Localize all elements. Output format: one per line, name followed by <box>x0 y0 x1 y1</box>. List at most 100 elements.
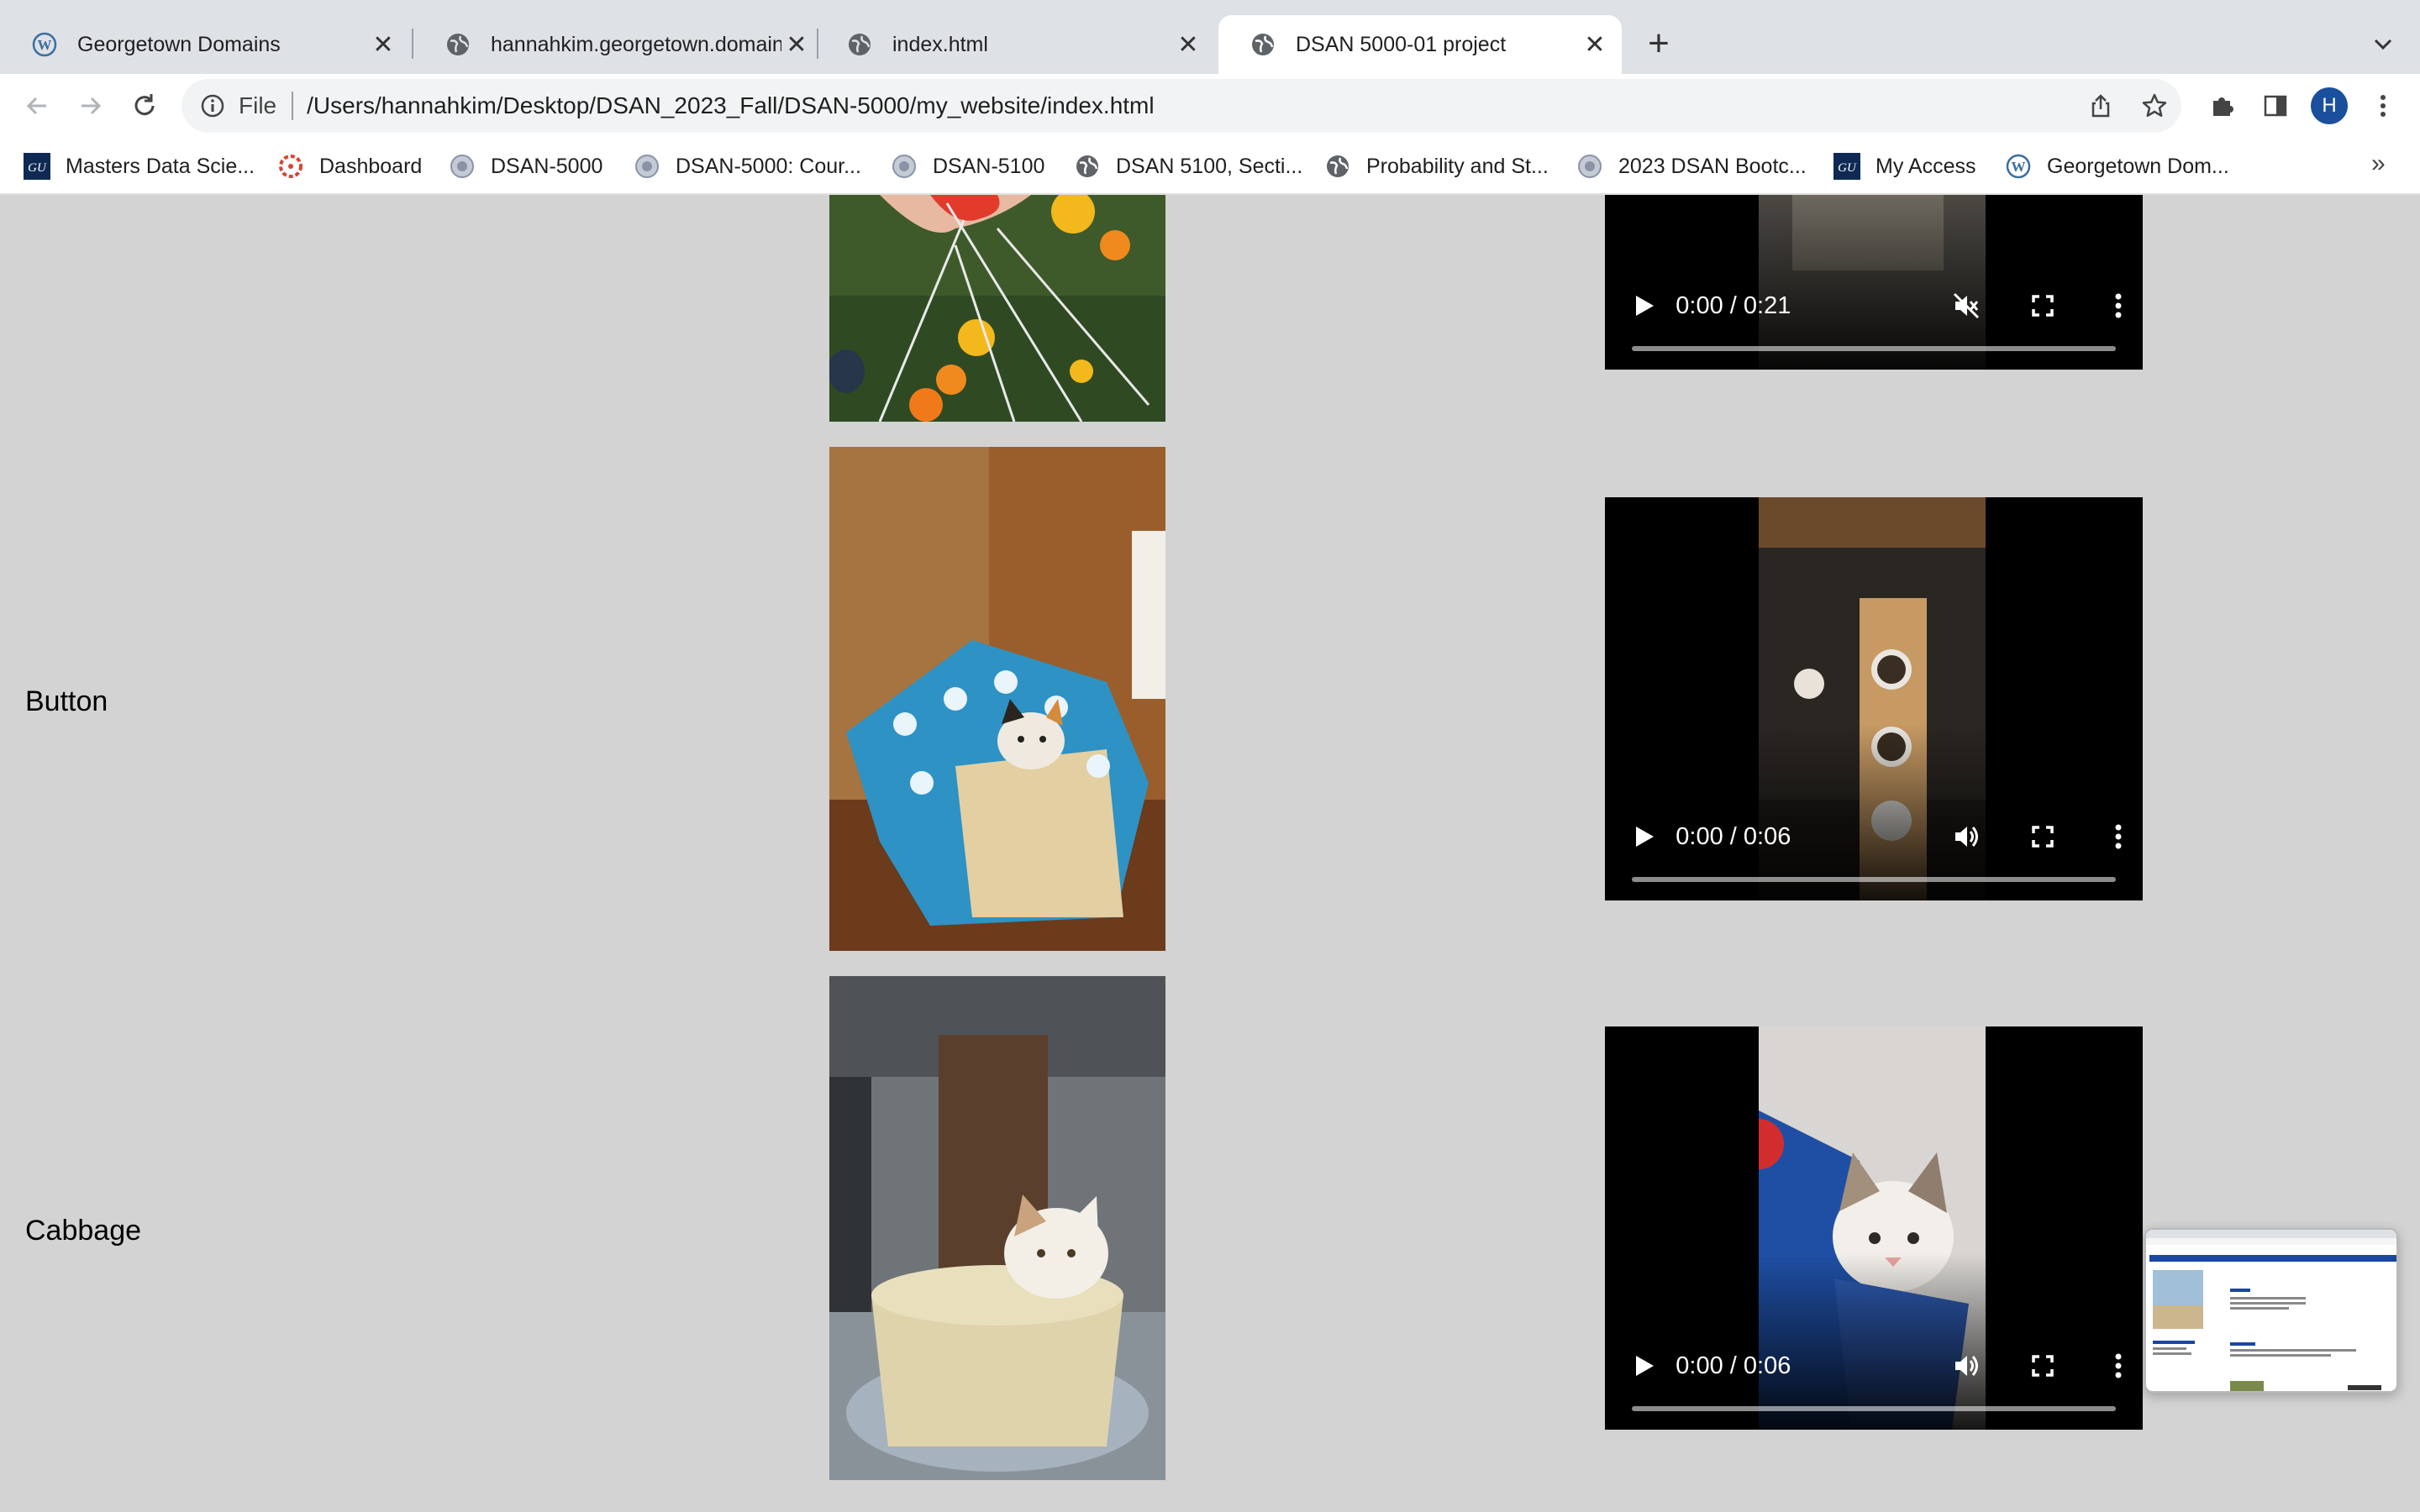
bookmark-dsan-bootcamp[interactable]: 2023 DSAN Bootc... <box>1576 150 1807 183</box>
video-progress-bar[interactable] <box>1632 877 2116 882</box>
fullscreen-icon[interactable] <box>2018 810 2066 864</box>
bookmark-dsan-5100-section[interactable]: DSAN 5100, Secti... <box>1074 150 1302 183</box>
more-options-icon[interactable] <box>2094 279 2143 333</box>
video-time: 0:00 / 0:06 <box>1676 1352 1791 1379</box>
svg-text:GU: GU <box>28 161 47 175</box>
bookmark-my-access[interactable]: GU My Access <box>1833 150 1975 183</box>
tab-dsan-project[interactable]: DSAN 5000-01 project ✕ <box>1218 15 1622 74</box>
kitten-in-round-bed-photo <box>829 976 1165 1480</box>
bookmark-star-icon[interactable] <box>2128 79 2181 133</box>
close-icon[interactable]: ✕ <box>781 29 812 60</box>
play-icon[interactable] <box>1620 810 1669 864</box>
url-text[interactable]: /Users/hannahkim/Desktop/DSAN_2023_Fall/… <box>307 92 1154 119</box>
reload-icon <box>134 94 155 116</box>
profile-avatar-button[interactable]: H <box>2302 79 2356 133</box>
flowers-and-hand-photo <box>829 195 1165 422</box>
georgetown-seal-icon <box>1576 153 1603 180</box>
bookmark-label: Masters Data Scie... <box>66 154 255 178</box>
more-options-icon[interactable] <box>2094 810 2143 864</box>
video-player[interactable]: 0:00 / 0:06 <box>1605 1026 2143 1430</box>
scheme-label: File <box>239 92 277 118</box>
wordpress-icon: W <box>2005 153 2032 180</box>
bookmark-label: Georgetown Dom... <box>2047 154 2229 178</box>
georgetown-seal-icon <box>634 153 660 180</box>
globe-icon <box>1074 153 1101 180</box>
georgetown-gu-icon: GU <box>24 153 50 180</box>
bookmark-label: Probability and St... <box>1366 154 1549 178</box>
tab-title: DSAN 5000-01 project <box>1296 32 1507 56</box>
screenshot-preview-thumbnail[interactable] <box>2144 1228 2398 1393</box>
play-icon[interactable] <box>1620 279 1669 333</box>
bookmark-label: My Access <box>1876 154 1976 178</box>
close-icon[interactable]: ✕ <box>1173 29 1203 60</box>
avatar: H <box>2311 87 2348 124</box>
georgetown-seal-icon <box>891 153 918 180</box>
bookmark-dashboard[interactable]: Dashboard <box>277 150 422 183</box>
tab-strip: W Georgetown Domains ✕ hannahkim.georget… <box>0 0 2420 74</box>
row-label-cabbage: Cabbage <box>25 1215 142 1247</box>
globe-icon <box>849 34 871 55</box>
row-label-button: Button <box>25 685 108 717</box>
reload-button[interactable] <box>124 86 165 126</box>
svg-text:W: W <box>2012 159 2026 175</box>
svg-text:GU: GU <box>1838 161 1857 175</box>
tab-title: index.html <box>892 32 988 56</box>
video-controls: 0:00 / 0:06 <box>1605 810 2143 864</box>
bookmark-label: Dashboard <box>319 154 423 178</box>
bookmark-label: DSAN 5100, Secti... <box>1116 154 1303 178</box>
bookmark-label: DSAN-5000 <box>491 154 603 178</box>
address-bar[interactable]: File /Users/hannahkim/Desktop/DSAN_2023_… <box>182 79 2181 133</box>
svg-text:W: W <box>38 37 52 53</box>
site-info-icon[interactable] <box>198 92 227 120</box>
side-panel-icon[interactable] <box>2249 79 2302 133</box>
fullscreen-icon[interactable] <box>2018 1339 2066 1393</box>
more-options-icon[interactable] <box>2094 1339 2143 1393</box>
tab-hannahkim-georgetown[interactable]: hannahkim.georgetown.domain ✕ <box>413 15 823 74</box>
kitten-in-basket-photo <box>829 447 1165 951</box>
share-icon[interactable] <box>2074 79 2128 133</box>
video-time: 0:00 / 0:06 <box>1676 822 1791 850</box>
forward-button[interactable] <box>71 86 111 126</box>
fullscreen-icon[interactable] <box>2018 279 2066 333</box>
bookmark-masters-data-science[interactable]: GU Masters Data Scie... <box>24 150 255 183</box>
play-icon[interactable] <box>1620 1339 1669 1393</box>
bookmark-dsan-5100[interactable]: DSAN-5100 <box>891 150 1044 183</box>
browser-window: W Georgetown Domains ✕ hannahkim.georget… <box>0 0 2420 1512</box>
volume-icon[interactable] <box>1942 810 1991 864</box>
bookmarks-bar: GU Masters Data Scie... Dashboard DSAN-5… <box>0 138 2420 195</box>
bookmark-dsan-5000-course[interactable]: DSAN-5000: Cour... <box>634 150 861 183</box>
back-button[interactable] <box>17 86 57 126</box>
video-progress-bar[interactable] <box>1632 346 2116 351</box>
menu-kebab-icon[interactable] <box>2356 79 2410 133</box>
back-arrow-icon <box>26 97 46 115</box>
wordpress-icon: W <box>32 32 57 57</box>
tab-title: hannahkim.georgetown.domain <box>491 32 781 56</box>
browser-toolbar: File /Users/hannahkim/Desktop/DSAN_2023_… <box>0 74 2420 138</box>
bookmark-dsan-5000[interactable]: DSAN-5000 <box>449 150 602 183</box>
bookmark-label: DSAN-5100 <box>933 154 1045 178</box>
bookmark-probability-and-statistics[interactable]: Probability and St... <box>1324 150 1549 183</box>
bookmarks-overflow-button[interactable]: » <box>2371 150 2386 178</box>
video-player[interactable]: 0:00 / 0:06 <box>1605 497 2143 900</box>
close-icon[interactable]: ✕ <box>1580 29 1610 60</box>
tab-search-chevron-icon[interactable] <box>2361 22 2405 66</box>
video-progress-bar[interactable] <box>1632 1406 2116 1411</box>
tab-index-html[interactable]: index.html ✕ <box>815 15 1215 74</box>
extensions-puzzle-icon[interactable] <box>2195 79 2249 133</box>
bookmark-georgetown-domains[interactable]: W Georgetown Dom... <box>2005 150 2229 183</box>
video-controls: 0:00 / 0:06 <box>1605 1339 2143 1393</box>
bookmark-label: 2023 DSAN Bootc... <box>1618 154 1807 178</box>
new-tab-button[interactable]: + <box>1637 22 1681 66</box>
canvas-icon <box>277 153 304 180</box>
forward-arrow-icon <box>82 97 102 115</box>
globe-icon <box>1252 34 1274 55</box>
close-icon[interactable]: ✕ <box>368 29 398 60</box>
globe-icon <box>447 34 469 55</box>
muted-volume-icon[interactable] <box>1942 279 1991 333</box>
georgetown-gu-icon: GU <box>1833 153 1860 180</box>
volume-icon[interactable] <box>1942 1339 1991 1393</box>
tab-georgetown-domains[interactable]: W Georgetown Domains ✕ <box>0 15 410 74</box>
video-player[interactable]: 0:00 / 0:21 <box>1605 195 2143 370</box>
georgetown-seal-icon <box>449 153 476 180</box>
video-controls: 0:00 / 0:21 <box>1605 279 2143 333</box>
